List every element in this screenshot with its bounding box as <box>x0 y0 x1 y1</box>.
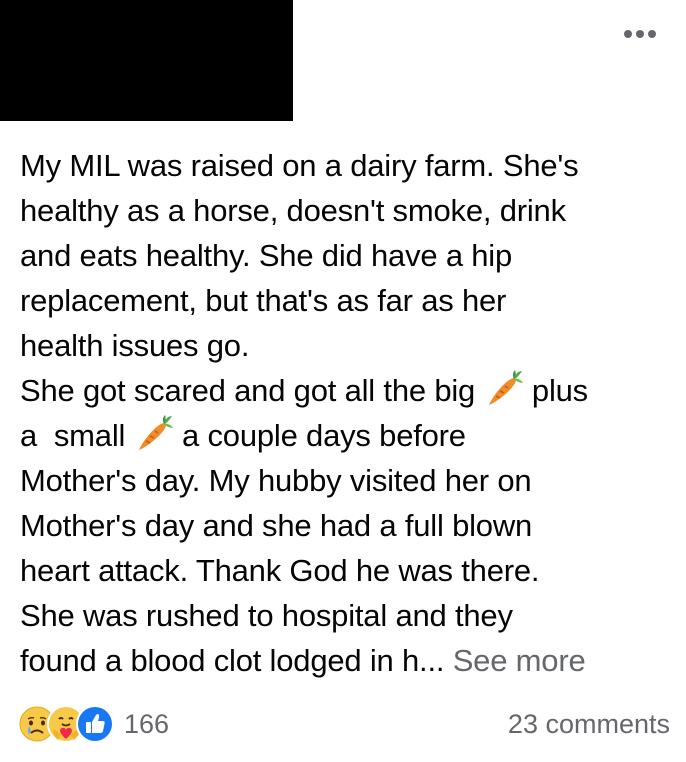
post-line: heart attack. Thank God he was there. <box>20 553 540 588</box>
post-line: Mother's day. My hubby visited her on <box>20 463 532 498</box>
post-line: Mother's day and she had a full blown <box>20 508 533 543</box>
post-line: and eats healthy. She did have a hip <box>20 238 513 273</box>
like-reaction-icon <box>76 705 114 743</box>
reaction-icons <box>18 705 114 743</box>
more-options-dot <box>648 30 656 38</box>
post-line: health issues go. <box>20 328 250 363</box>
carrot-emoji-icon <box>138 415 173 450</box>
post-line: healthy as a horse, doesn't smoke, drink <box>20 193 566 228</box>
post-text-segment: plus <box>523 373 588 408</box>
post-line: My MIL was raised on a dairy farm. She's <box>20 148 579 183</box>
more-options-dot <box>636 30 644 38</box>
more-options-button[interactable] <box>622 26 658 42</box>
see-more-link[interactable]: See more <box>453 643 586 678</box>
reaction-count: 166 <box>124 708 170 739</box>
post-line: She was rushed to hospital and they <box>20 598 513 633</box>
post-footer: 166 23 comments <box>18 700 670 748</box>
post-line-truncated: found a blood clot lodged in h... See mo… <box>20 638 675 683</box>
post-text-segment: found a blood clot lodged in h... <box>20 643 453 678</box>
post-text-segment: She got scared and got all the big <box>20 373 484 408</box>
redacted-header <box>0 0 293 121</box>
carrot-emoji-icon <box>488 370 523 406</box>
post-text: My MIL was raised on a dairy farm. She's… <box>20 143 675 683</box>
post-text-segment: a couple days before <box>173 418 466 453</box>
comments-count-link[interactable]: 23 comments <box>508 709 670 740</box>
more-options-icon <box>624 30 632 38</box>
post-line-with-emoji: She got scared and got all the big plus <box>20 368 675 413</box>
post-line-with-emoji: a small a couple days before <box>20 413 675 458</box>
post-line: replacement, but that's as far as her <box>20 283 507 318</box>
reactions-summary[interactable]: 166 <box>18 705 169 743</box>
post-text-segment: a small <box>20 418 134 453</box>
